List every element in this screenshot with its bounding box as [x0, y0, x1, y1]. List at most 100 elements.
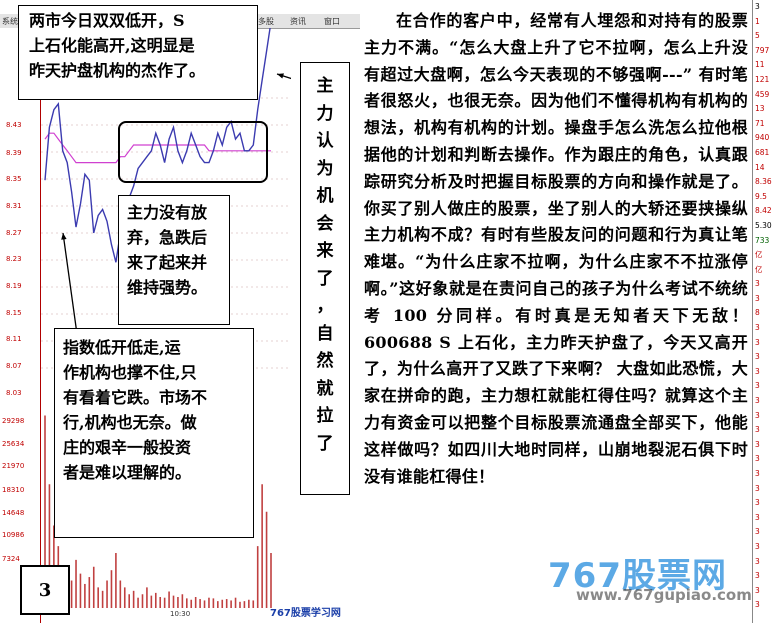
volume-tick: 14648 — [2, 509, 25, 517]
annotation-line: 维持强势。 — [127, 278, 208, 297]
volume-bar — [75, 559, 77, 608]
volume-bar — [123, 587, 126, 608]
annotation-line: 指数低开低走,运 — [63, 338, 181, 357]
article-text: 在合作的客户中，经常有人埋怨和对持有的股票主力不满。“怎么大盘上升了它不拉啊，怎… — [364, 8, 748, 618]
volume-bar — [119, 580, 122, 608]
annotation-box-recovery: 主力没有放 弃，急跌后 来了起来并 维持强势。 — [118, 195, 230, 325]
side-value: 3 — [755, 512, 760, 522]
vertical-char: 了 — [316, 268, 334, 289]
side-value: 5 — [755, 31, 760, 41]
volume-tick: 10986 — [2, 531, 25, 539]
volume-bar — [203, 600, 206, 608]
footer-site-name: 767股票学习网 — [270, 608, 341, 619]
side-value: 3 — [755, 454, 760, 464]
volume-bar — [92, 566, 95, 608]
side-value: 71 — [755, 118, 765, 128]
side-value: 3 — [755, 323, 760, 333]
volume-tick: 18310 — [2, 486, 25, 494]
volume-bar — [88, 577, 91, 608]
side-value: 733 — [755, 235, 770, 245]
volume-bar — [239, 601, 241, 608]
volume-bar — [163, 597, 166, 608]
volume-bar — [194, 597, 197, 608]
side-value: 3 — [755, 425, 760, 435]
price-tick: 8.27 — [6, 229, 22, 237]
volume-bar — [243, 601, 246, 608]
volume-bar — [110, 570, 113, 608]
side-value: 亿 — [755, 264, 763, 274]
annotation-line: 弃，急跌后 — [127, 228, 208, 247]
page-number-box: 3 — [20, 565, 70, 615]
watermark-url: www.767gupiao.com — [576, 586, 752, 604]
toolbar-item-news[interactable]: 资讯 — [290, 16, 306, 27]
side-value: 3 — [755, 498, 760, 508]
annotation-line: 作机构也撑不住,只 — [63, 363, 197, 382]
volume-bar — [252, 600, 255, 608]
side-value: 8 — [755, 308, 760, 318]
vertical-char: 力 — [316, 103, 334, 124]
side-value: 3 — [755, 600, 760, 610]
quote-side-strip: 3 1 5 797 11 121 459 13 71 940 681 14 8.36 9.5 8.42 5.3… — [752, 0, 776, 623]
side-value: 11 — [755, 60, 765, 70]
annotation-line: 有看着它跌。市场不 — [63, 388, 208, 407]
article-paragraph: 在合作的客户中，经常有人埋怨和对持有的股票主力不满。“怎么大盘上升了它不拉啊，怎… — [364, 11, 748, 486]
toolbar-item-multi[interactable]: 多股 — [258, 16, 274, 27]
volume-bar — [199, 599, 201, 608]
vertical-char: 了 — [316, 433, 334, 454]
side-value: 797 — [755, 45, 770, 55]
side-value: 3 — [755, 410, 760, 420]
volume-bar — [146, 587, 148, 608]
side-value: 121 — [755, 74, 770, 84]
volume-bar — [230, 600, 232, 608]
consolidation-highlight-box — [118, 121, 268, 183]
toolbar-item-window[interactable]: 窗口 — [324, 16, 340, 27]
volume-bar — [97, 587, 99, 608]
volume-bar — [150, 595, 153, 608]
vertical-char: 就 — [316, 378, 334, 399]
volume-bar — [234, 597, 237, 608]
side-value: 3 — [755, 396, 760, 406]
volume-bar — [256, 546, 259, 608]
time-axis-label: 10:30 — [170, 610, 191, 618]
side-value: 14 — [755, 162, 765, 172]
volume-bar — [221, 599, 224, 608]
volume-bar — [208, 597, 210, 608]
page-number: 3 — [38, 579, 52, 601]
side-value: 3 — [755, 279, 760, 289]
volume-bar — [79, 573, 82, 608]
side-value: 5.30 — [755, 220, 772, 230]
arrow-to-rally-head — [277, 73, 284, 79]
volume-bar — [115, 553, 117, 608]
annotation-line: 者是难以理解的。 — [63, 463, 192, 482]
annotation-box-high-open: 两市今日双双低开，S 上石化能高开,这明显是 昨天护盘机构的杰作了。 — [18, 5, 258, 100]
volume-bar — [225, 599, 228, 608]
volume-bar — [217, 601, 219, 608]
side-value: 3 — [755, 585, 760, 595]
side-value: 3 — [755, 337, 760, 347]
vertical-char: 认 — [316, 131, 334, 151]
volume-tick: 25634 — [2, 440, 25, 448]
price-tick: 8.35 — [6, 175, 22, 183]
price-tick: 8.19 — [6, 282, 22, 290]
vertical-char: 为 — [316, 158, 334, 179]
side-value: 3 — [755, 527, 760, 537]
vertical-char: 会 — [316, 213, 334, 234]
volume-bar — [270, 553, 272, 608]
vertical-char: 然 — [316, 351, 334, 371]
vertical-char: 主 — [316, 76, 334, 96]
price-tick: 8.43 — [6, 121, 22, 129]
toolbar-system-label[interactable]: 系统 — [2, 16, 18, 27]
side-value: 8.36 — [755, 177, 772, 187]
price-tick: 8.11 — [6, 335, 22, 343]
annotation-line: 庄的艰辛一般投资 — [63, 438, 192, 457]
volume-tick: 29298 — [2, 417, 25, 425]
price-tick: 8.07 — [6, 362, 22, 370]
volume-bar — [261, 484, 263, 608]
volume-bar — [70, 580, 73, 608]
volume-bar — [106, 580, 108, 608]
vertical-char: 来 — [316, 241, 334, 261]
price-tick: 8.23 — [6, 255, 22, 263]
price-axis: 8.43 8.39 8.35 8.31 8.27 8.23 8.19 8.15 … — [0, 28, 41, 623]
annotation-line: 来了起来并 — [127, 253, 208, 272]
volume-tick: 7324 — [2, 555, 20, 563]
